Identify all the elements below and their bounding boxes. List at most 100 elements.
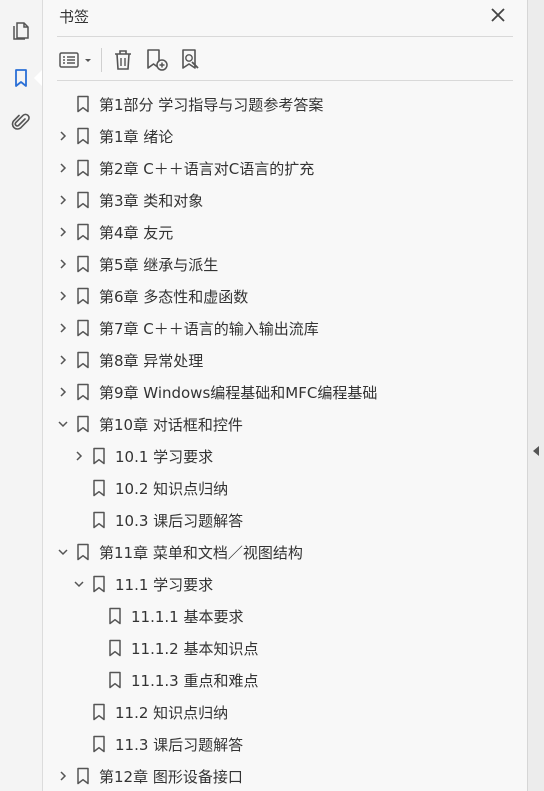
bookmark-label: 11.1.2 基本知识点 [131, 640, 259, 658]
chevron-right-icon[interactable] [55, 160, 71, 176]
bookmark-label: 第2章 C＋＋语言对C语言的扩充 [99, 160, 315, 178]
bookmark-item[interactable]: 11.3 课后习题解答 [43, 728, 527, 760]
toolbar-separator [101, 48, 102, 72]
bookmark-icon [92, 575, 106, 593]
bookmark-icon [108, 607, 122, 625]
bookmark-panel: 书签 第1部分 学习指导与习题参考答案 第1章 绪论 第2章 C＋＋语言对C语言… [43, 0, 527, 791]
bookmark-icon [76, 383, 90, 401]
panel-title: 书签 [59, 8, 90, 26]
find-bookmark-button[interactable] [177, 46, 205, 74]
bookmark-icon [76, 159, 90, 177]
bookmark-icon [108, 671, 122, 689]
bookmark-label: 11.1.3 重点和难点 [131, 672, 259, 690]
bookmarks-icon[interactable] [7, 64, 35, 92]
new-bookmark-icon [147, 49, 168, 71]
bookmark-item[interactable]: 第12章 图形设备接口 [43, 760, 527, 791]
chevron-right-icon[interactable] [55, 224, 71, 240]
bookmark-icon [92, 479, 106, 497]
bookmark-label: 第10章 对话框和控件 [99, 416, 243, 434]
bookmark-item[interactable]: 第7章 C＋＋语言的输入输出流库 [43, 312, 527, 344]
chevron-right-icon[interactable] [55, 320, 71, 336]
close-icon [491, 8, 505, 22]
bookmark-label: 第7章 C＋＋语言的输入输出流库 [99, 320, 319, 338]
chevron-right-icon[interactable] [71, 448, 87, 464]
bookmark-item[interactable]: 第9章 Windows编程基础和MFC编程基础 [43, 376, 527, 408]
close-panel-button[interactable] [487, 4, 509, 26]
bookmark-item[interactable]: 10.3 课后习题解答 [43, 504, 527, 536]
options-icon [59, 52, 91, 68]
bookmark-label: 第8章 异常处理 [99, 352, 204, 370]
bookmark-label: 第4章 友元 [99, 224, 174, 242]
bookmark-label: 第5章 继承与派生 [99, 256, 219, 274]
bookmark-label: 10.1 学习要求 [115, 448, 214, 466]
bookmark-item[interactable]: 10.2 知识点归纳 [43, 472, 527, 504]
chevron-right-icon[interactable] [55, 288, 71, 304]
delete-bookmark-button[interactable] [109, 46, 137, 74]
bookmark-label: 11.3 课后习题解答 [115, 736, 244, 754]
bookmark-item[interactable]: 第5章 继承与派生 [43, 248, 527, 280]
page-thumbnails-icon[interactable] [7, 16, 35, 44]
bookmark-toolbar [57, 44, 513, 76]
chevron-right-icon[interactable] [55, 768, 71, 784]
bookmark-icon [92, 447, 106, 465]
bookmark-label: 第12章 图形设备接口 [99, 768, 243, 786]
chevron-down-icon[interactable] [55, 416, 71, 432]
chevron-right-icon[interactable] [55, 384, 71, 400]
bookmark-label: 第3章 类和对象 [99, 192, 204, 210]
bookmark-label: 第1章 绪论 [99, 128, 174, 146]
bookmark-icon [76, 287, 90, 305]
active-pointer [34, 70, 42, 86]
chevron-right-icon[interactable] [55, 192, 71, 208]
bookmark-icon [76, 95, 90, 113]
panel-splitter[interactable] [527, 0, 544, 791]
bookmark-item[interactable]: 第8章 异常处理 [43, 344, 527, 376]
attachments-icon[interactable] [7, 108, 35, 136]
bookmark-icon [92, 511, 106, 529]
bookmark-icon [76, 191, 90, 209]
navigation-rail [0, 0, 43, 791]
bookmark-label: 10.2 知识点归纳 [115, 480, 229, 498]
bookmark-icon [92, 735, 106, 753]
delete-bookmark-icon [115, 50, 131, 70]
bookmark-item[interactable]: 第3章 类和对象 [43, 184, 527, 216]
bookmark-icon [76, 255, 90, 273]
bookmark-item[interactable]: 第6章 多态性和虚函数 [43, 280, 527, 312]
bookmark-item[interactable]: 11.1.3 重点和难点 [43, 664, 527, 696]
bookmark-label: 第1部分 学习指导与习题参考答案 [99, 96, 324, 114]
bookmark-icon [76, 415, 90, 433]
bookmark-label: 11.1 学习要求 [115, 576, 214, 594]
bookmark-label: 第6章 多态性和虚函数 [99, 288, 249, 306]
bookmark-label: 第11章 菜单和文档／视图结构 [99, 544, 303, 562]
bookmark-item[interactable]: 第2章 C＋＋语言对C语言的扩充 [43, 152, 527, 184]
options-menu-button[interactable] [57, 46, 97, 74]
chevron-right-icon[interactable] [55, 128, 71, 144]
chevron-right-icon[interactable] [55, 256, 71, 272]
bookmark-item[interactable]: 11.2 知识点归纳 [43, 696, 527, 728]
bookmark-icon [108, 639, 122, 657]
bookmark-item[interactable]: 11.1.1 基本要求 [43, 600, 527, 632]
chevron-down-icon[interactable] [55, 544, 71, 560]
bookmark-label: 10.3 课后习题解答 [115, 512, 244, 530]
bookmark-item[interactable]: 10.1 学习要求 [43, 440, 527, 472]
bookmark-icon [76, 351, 90, 369]
bookmark-item[interactable]: 第4章 友元 [43, 216, 527, 248]
bookmark-item[interactable]: 第1部分 学习指导与习题参考答案 [43, 88, 527, 120]
bookmark-label: 第9章 Windows编程基础和MFC编程基础 [99, 384, 378, 402]
chevron-right-icon[interactable] [55, 352, 71, 368]
bookmark-item[interactable]: 第11章 菜单和文档／视图结构 [43, 536, 527, 568]
bookmark-item[interactable]: 第1章 绪论 [43, 120, 527, 152]
bookmark-icon [92, 703, 106, 721]
bookmarks-window: 书签 第1部分 学习指导与习题参考答案 第1章 绪论 第2章 C＋＋语言对C语言… [0, 0, 544, 791]
bookmark-icon [76, 223, 90, 241]
bookmark-label: 11.1.1 基本要求 [131, 608, 244, 626]
bookmark-icon [76, 543, 90, 561]
find-bookmark-icon [182, 49, 199, 69]
new-bookmark-button[interactable] [143, 46, 171, 74]
bookmark-item[interactable]: 第10章 对话框和控件 [43, 408, 527, 440]
bookmark-item[interactable]: 11.1.2 基本知识点 [43, 632, 527, 664]
collapse-panel-arrow-icon[interactable] [533, 446, 539, 456]
chevron-down-icon[interactable] [71, 576, 87, 592]
toolbar-divider [57, 80, 513, 81]
bookmark-item[interactable]: 11.1 学习要求 [43, 568, 527, 600]
bookmark-icon [76, 767, 90, 785]
